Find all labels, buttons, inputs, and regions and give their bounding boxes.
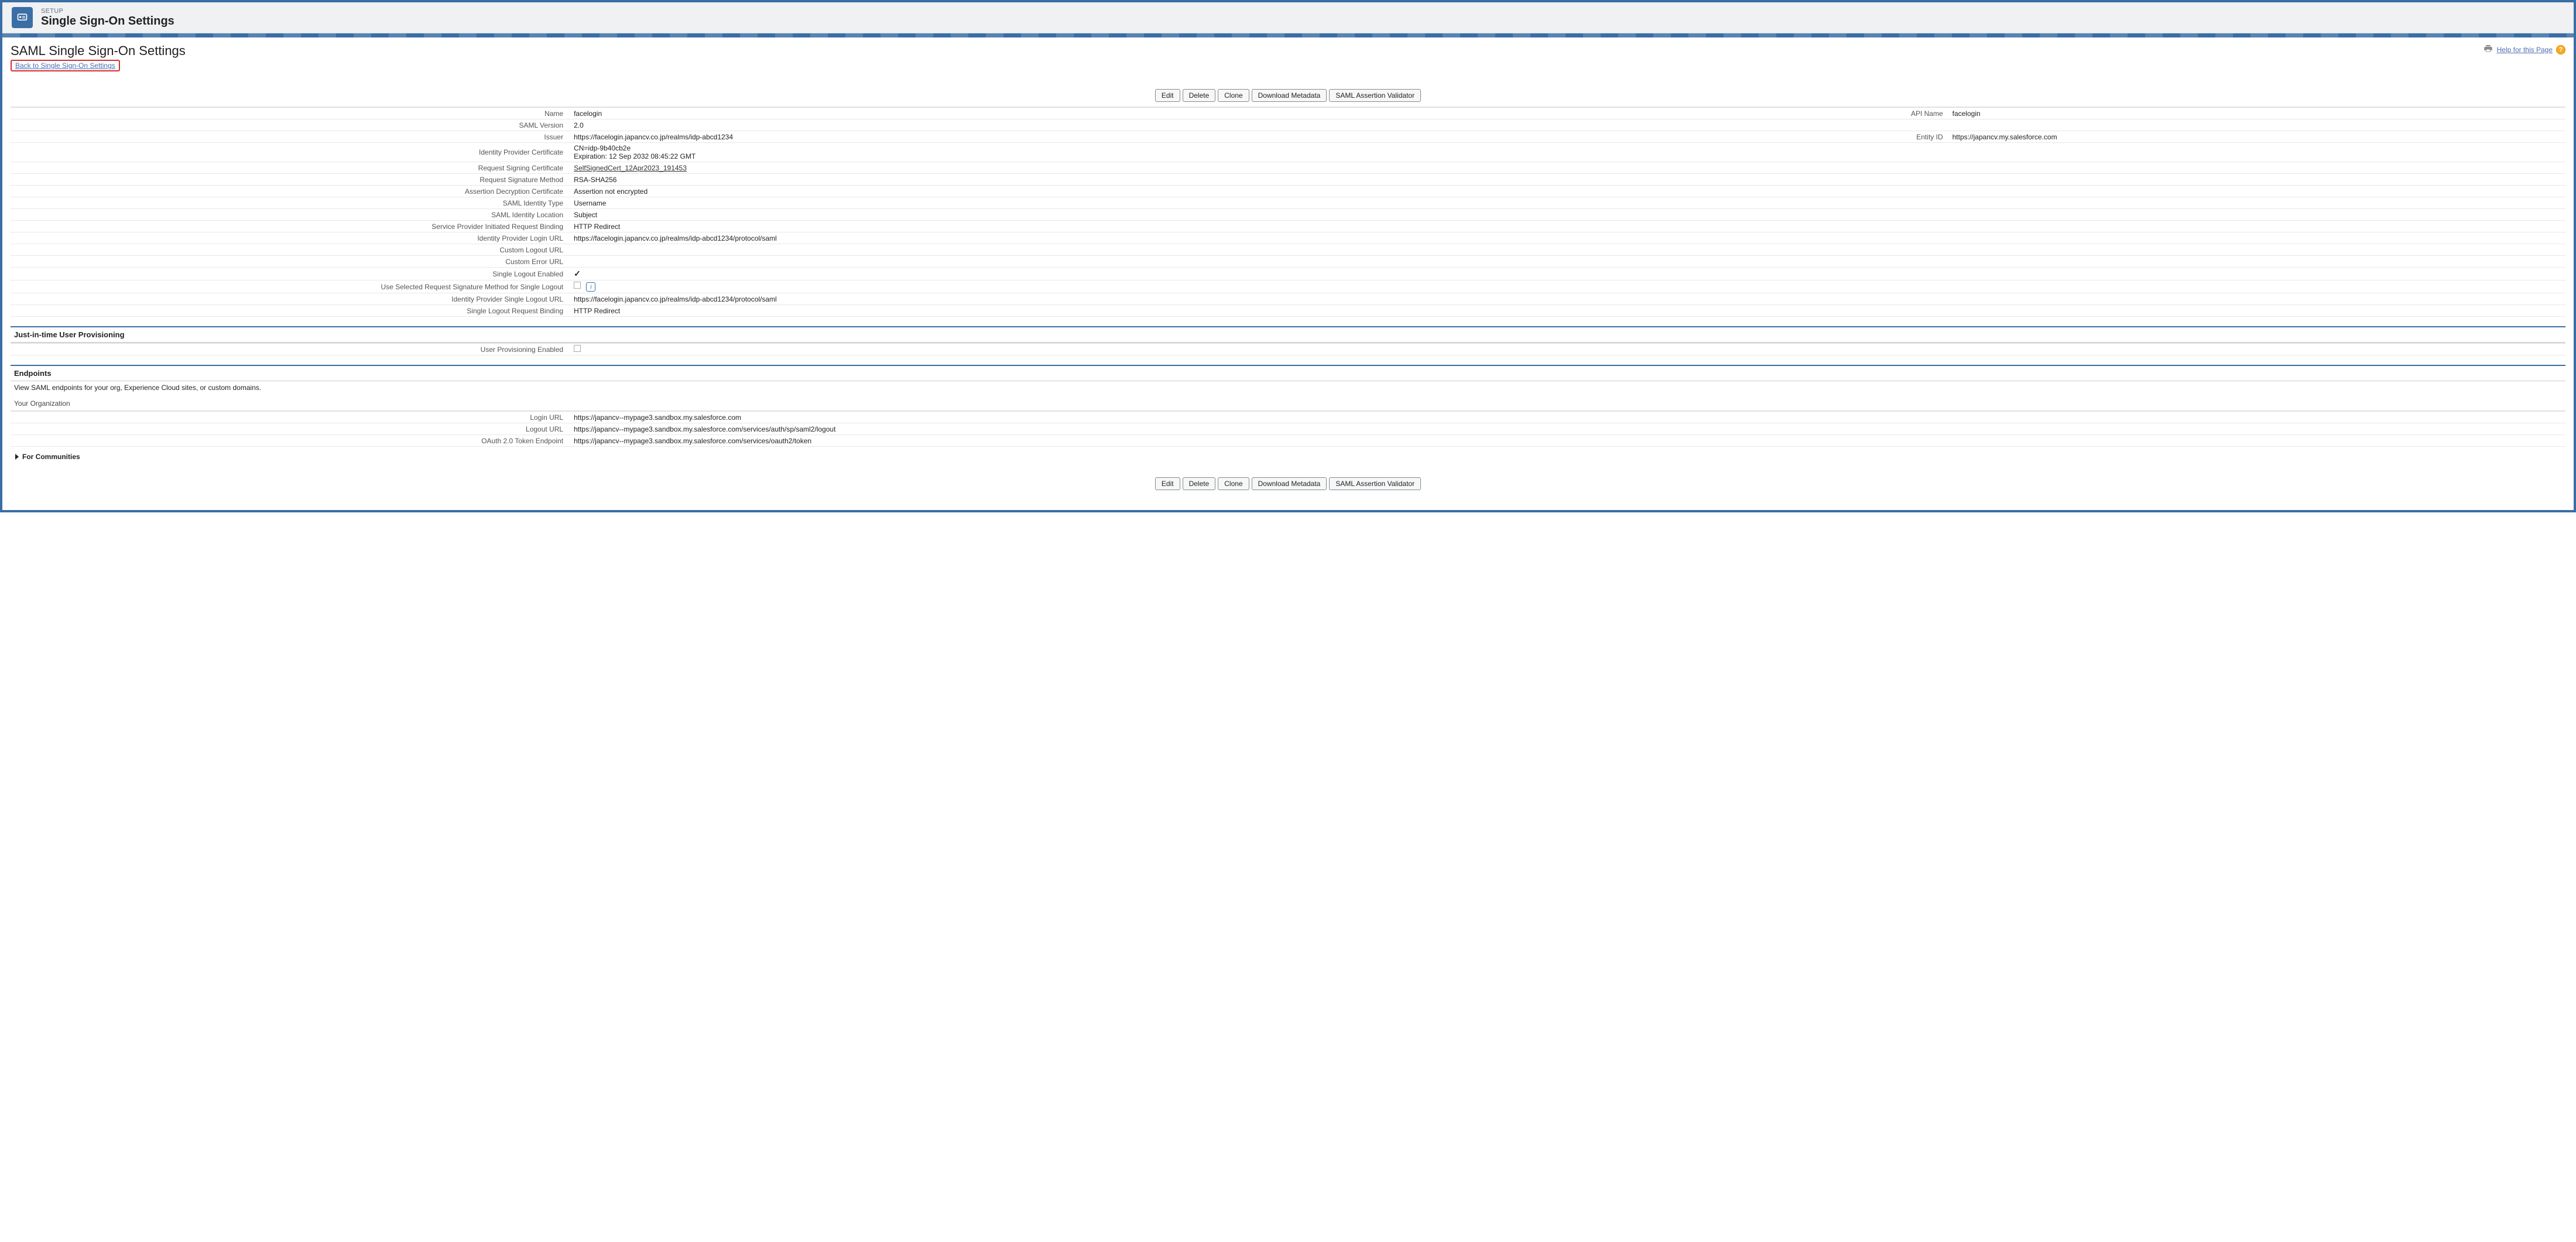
info-icon[interactable]: i xyxy=(586,282,595,292)
caret-right-icon xyxy=(15,454,19,460)
sso-settings-icon xyxy=(12,7,33,28)
entity-id-value: https://japancv.my.salesforce.com xyxy=(1952,133,2565,141)
single-logout-enabled-label: Single Logout Enabled xyxy=(11,270,573,278)
issuer-value: https://facelogin.japancv.co.jp/realms/i… xyxy=(573,133,1543,141)
assertion-decrypt-label: Assertion Decryption Certificate xyxy=(11,187,573,196)
name-value: facelogin xyxy=(573,110,1543,118)
help-icon[interactable]: ? xyxy=(2556,45,2565,54)
login-url-value: https://japancv--mypage3.sandbox.my.sale… xyxy=(573,413,2565,422)
saml-assertion-validator-button-bottom[interactable]: SAML Assertion Validator xyxy=(1329,477,1421,490)
clone-button[interactable]: Clone xyxy=(1218,89,1249,102)
slo-binding-value: HTTP Redirect xyxy=(573,307,1543,315)
page-heading: SAML Single Sign-On Settings xyxy=(11,43,186,59)
saml-version-value: 2.0 xyxy=(573,121,1543,129)
req-sig-method-label: Request Signature Method xyxy=(11,176,573,184)
edit-button-bottom[interactable]: Edit xyxy=(1155,477,1180,490)
req-sign-cert-link[interactable]: SelfSignedCert_12Apr2023_191453 xyxy=(574,164,687,172)
login-url-label: Login URL xyxy=(11,413,573,422)
delete-button[interactable]: Delete xyxy=(1183,89,1216,102)
saml-assertion-validator-button[interactable]: SAML Assertion Validator xyxy=(1329,89,1421,102)
custom-logout-url-label: Custom Logout URL xyxy=(11,246,573,254)
oauth-endpoint-value: https://japancv--mypage3.sandbox.my.sale… xyxy=(573,437,2565,445)
entity-id-label: Entity ID xyxy=(1543,133,1952,141)
delete-button-bottom[interactable]: Delete xyxy=(1183,477,1216,490)
api-name-label: API Name xyxy=(1543,110,1952,118)
endpoints-desc: View SAML endpoints for your org, Experi… xyxy=(11,381,2565,394)
sp-binding-label: Service Provider Initiated Request Bindi… xyxy=(11,223,573,231)
help-for-page-link[interactable]: Help for this Page xyxy=(2497,46,2553,54)
req-sig-method-value: RSA-SHA256 xyxy=(573,176,1543,184)
saml-identity-type-value: Username xyxy=(573,199,1543,207)
check-icon: ✓ xyxy=(574,269,581,278)
download-metadata-button[interactable]: Download Metadata xyxy=(1252,89,1327,102)
for-communities-label: For Communities xyxy=(22,453,80,461)
use-sel-req-sig-value: i xyxy=(573,282,1543,292)
your-organization-header: Your Organization xyxy=(11,396,2565,410)
issuer-label: Issuer xyxy=(11,133,573,141)
endpoints-section-header: Endpoints xyxy=(11,365,2565,381)
setup-header: SETUP Single Sign-On Settings xyxy=(2,2,2574,33)
jit-section-header: Just-in-time User Provisioning xyxy=(11,326,2565,343)
logout-url-label: Logout URL xyxy=(11,425,573,433)
api-name-value: facelogin xyxy=(1952,110,2565,118)
back-to-sso-link[interactable]: Back to Single Sign-On Settings xyxy=(11,60,120,71)
user-prov-enabled-label: User Provisioning Enabled xyxy=(11,345,573,354)
setup-supertitle: SETUP xyxy=(41,8,174,15)
slo-binding-label: Single Logout Request Binding xyxy=(11,307,573,315)
action-button-row-bottom: Edit Delete Clone Download Metadata SAML… xyxy=(11,477,2565,490)
saml-identity-type-label: SAML Identity Type xyxy=(11,199,573,207)
for-communities-toggle[interactable]: For Communities xyxy=(11,447,2565,461)
oauth-endpoint-label: OAuth 2.0 Token Endpoint xyxy=(11,437,573,445)
decor-strip xyxy=(2,33,2574,37)
idp-cert-exp: Expiration: 12 Sep 2032 08:45:22 GMT xyxy=(574,152,1543,160)
name-label: Name xyxy=(11,110,573,118)
use-sel-req-sig-label: Use Selected Request Signature Method fo… xyxy=(11,283,573,291)
idp-slo-url-label: Identity Provider Single Logout URL xyxy=(11,295,573,303)
unchecked-checkbox-icon xyxy=(574,345,581,352)
saml-detail-table: Name facelogin API Name facelogin SAML V… xyxy=(11,107,2565,317)
clone-button-bottom[interactable]: Clone xyxy=(1218,477,1249,490)
idp-login-url-label: Identity Provider Login URL xyxy=(11,234,573,242)
idp-login-url-value: https://facelogin.japancv.co.jp/realms/i… xyxy=(573,234,1543,242)
req-sign-cert-label: Request Signing Certificate xyxy=(11,164,573,172)
logout-url-value: https://japancv--mypage3.sandbox.my.sale… xyxy=(573,425,2565,433)
action-button-row-top: Edit Delete Clone Download Metadata SAML… xyxy=(11,89,2565,102)
sp-binding-value: HTTP Redirect xyxy=(573,223,1543,231)
idp-cert-value: CN=idp-9b40cb2e Expiration: 12 Sep 2032 … xyxy=(573,144,1543,160)
user-prov-enabled-value xyxy=(573,345,1543,354)
assertion-decrypt-value: Assertion not encrypted xyxy=(573,187,1543,196)
download-metadata-button-bottom[interactable]: Download Metadata xyxy=(1252,477,1327,490)
saml-identity-loc-value: Subject xyxy=(573,211,1543,219)
setup-title: Single Sign-On Settings xyxy=(41,15,174,28)
custom-error-url-label: Custom Error URL xyxy=(11,258,573,266)
single-logout-enabled-value: ✓ xyxy=(573,269,1543,279)
idp-cert-label: Identity Provider Certificate xyxy=(11,148,573,156)
saml-version-label: SAML Version xyxy=(11,121,573,129)
saml-identity-loc-label: SAML Identity Location xyxy=(11,211,573,219)
printer-icon[interactable] xyxy=(2483,43,2493,56)
idp-slo-url-value: https://facelogin.japancv.co.jp/realms/i… xyxy=(573,295,1543,303)
idp-cert-cn: CN=idp-9b40cb2e xyxy=(574,144,1543,152)
edit-button[interactable]: Edit xyxy=(1155,89,1180,102)
unchecked-checkbox-icon xyxy=(574,282,581,289)
